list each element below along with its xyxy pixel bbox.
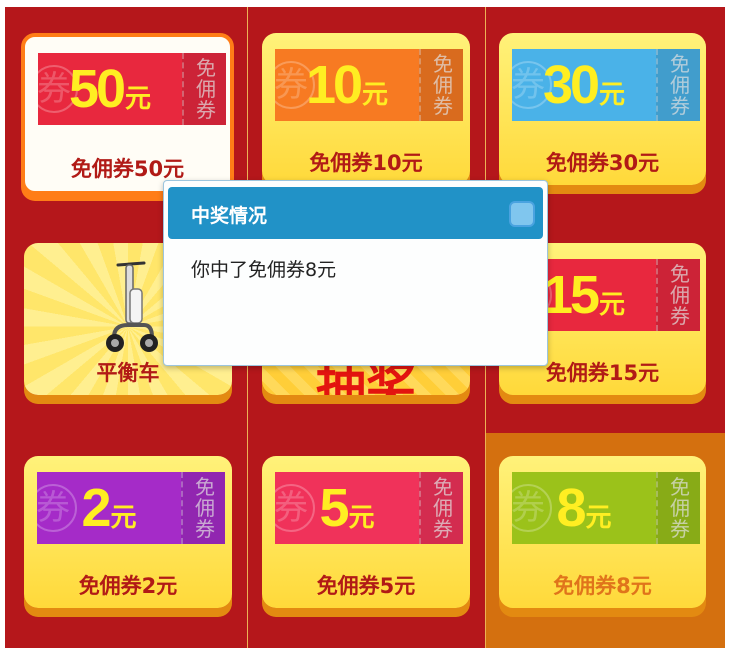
stub-char: 佣 — [670, 496, 690, 520]
coupon-ticket: 免 佣 券 券 10 元 — [275, 49, 463, 121]
stub-char: 券 — [670, 304, 690, 328]
coupon-ticket: 免 佣 券 券 5 元 — [275, 472, 463, 544]
stub-char: 免 — [196, 56, 216, 80]
coupon-amount: 2 元 — [37, 472, 181, 544]
prize-dialog: 中奖情况 你中了免佣券8元 — [163, 180, 548, 366]
prize-caption: 免佣券5元 — [316, 574, 416, 598]
scooter-icon — [106, 261, 158, 352]
coupon-amount: 5 元 — [275, 472, 419, 544]
close-icon[interactable] — [509, 201, 535, 227]
stub-char: 佣 — [196, 77, 216, 101]
amount-number: 5 — [319, 478, 349, 538]
stub-char: 免 — [670, 262, 690, 286]
coupon-amount: 8 元 — [512, 472, 656, 544]
amount-unit: 元 — [599, 289, 626, 320]
coupon-amount: 10 元 — [275, 49, 419, 121]
amount-number: 15 — [542, 265, 600, 325]
stub-char: 免 — [433, 52, 453, 76]
prize-tile: 免 佣 券 券 30 元 免佣券30元 — [499, 33, 706, 185]
prize-caption: 免佣券30元 — [545, 151, 660, 175]
amount-unit: 元 — [585, 502, 612, 533]
coupon-ticket: 免 佣 券 券 50 元 — [38, 53, 226, 125]
stub-char: 佣 — [670, 73, 690, 97]
stub-char: 券 — [433, 517, 453, 541]
prize-caption: 免佣券8元 — [553, 574, 652, 598]
amount-number: 2 — [81, 478, 111, 538]
amount-unit: 元 — [362, 79, 389, 110]
prize-caption: 免佣券10元 — [309, 151, 423, 175]
amount-number: 8 — [556, 478, 586, 538]
amount-number: 10 — [305, 55, 363, 115]
amount-unit: 元 — [599, 79, 626, 110]
amount-unit: 元 — [125, 83, 152, 114]
stub-char: 免 — [195, 475, 215, 499]
coupon-ticket: 免 佣 券 券 2 元 — [37, 472, 225, 544]
amount-number: 50 — [68, 59, 126, 119]
coupon-amount: 50 元 — [38, 53, 182, 125]
prize-caption: 免佣券2元 — [78, 574, 178, 598]
stub-char: 免 — [670, 52, 690, 76]
draw-button-label: 抽奖 — [316, 357, 416, 395]
prize-tile: 免 佣 券 券 50 元 免佣券50元 — [21, 33, 234, 195]
coupon-ticket: 免 佣 券 券 30 元 — [512, 49, 700, 121]
stub-char: 券 — [196, 98, 216, 122]
prize-tile: 免 佣 券 券 2 元 免佣券2元 — [24, 456, 232, 608]
prize-caption: 免佣券50元 — [70, 157, 185, 181]
stub-char: 券 — [195, 517, 215, 541]
stub-char: 免 — [670, 475, 690, 499]
stub-char: 佣 — [433, 73, 453, 97]
stub-char: 券 — [670, 517, 690, 541]
prize-tile: 免 佣 券 券 10 元 免佣券10元 — [262, 33, 470, 185]
prize-tile: 免 佣 券 券 8 元 免佣券8元 — [499, 456, 706, 608]
amount-number: 30 — [542, 55, 600, 115]
dialog-message: 你中了免佣券8元 — [191, 259, 337, 281]
stub-char: 免 — [433, 475, 453, 499]
amount-unit: 元 — [348, 502, 375, 533]
prize-tile: 免 佣 券 券 5 元 免佣券5元 — [262, 456, 470, 608]
stub-char: 券 — [433, 94, 453, 118]
dialog-header: 中奖情况 — [168, 187, 543, 239]
coupon-ticket: 免 佣 券 券 8 元 — [512, 472, 700, 544]
stub-char: 佣 — [670, 283, 690, 307]
stub-char: 佣 — [433, 496, 453, 520]
coupon-amount: 30 元 — [512, 49, 656, 121]
stub-char: 券 — [670, 94, 690, 118]
dialog-title: 中奖情况 — [191, 205, 268, 227]
amount-unit: 元 — [110, 502, 137, 533]
stub-char: 佣 — [195, 496, 215, 520]
